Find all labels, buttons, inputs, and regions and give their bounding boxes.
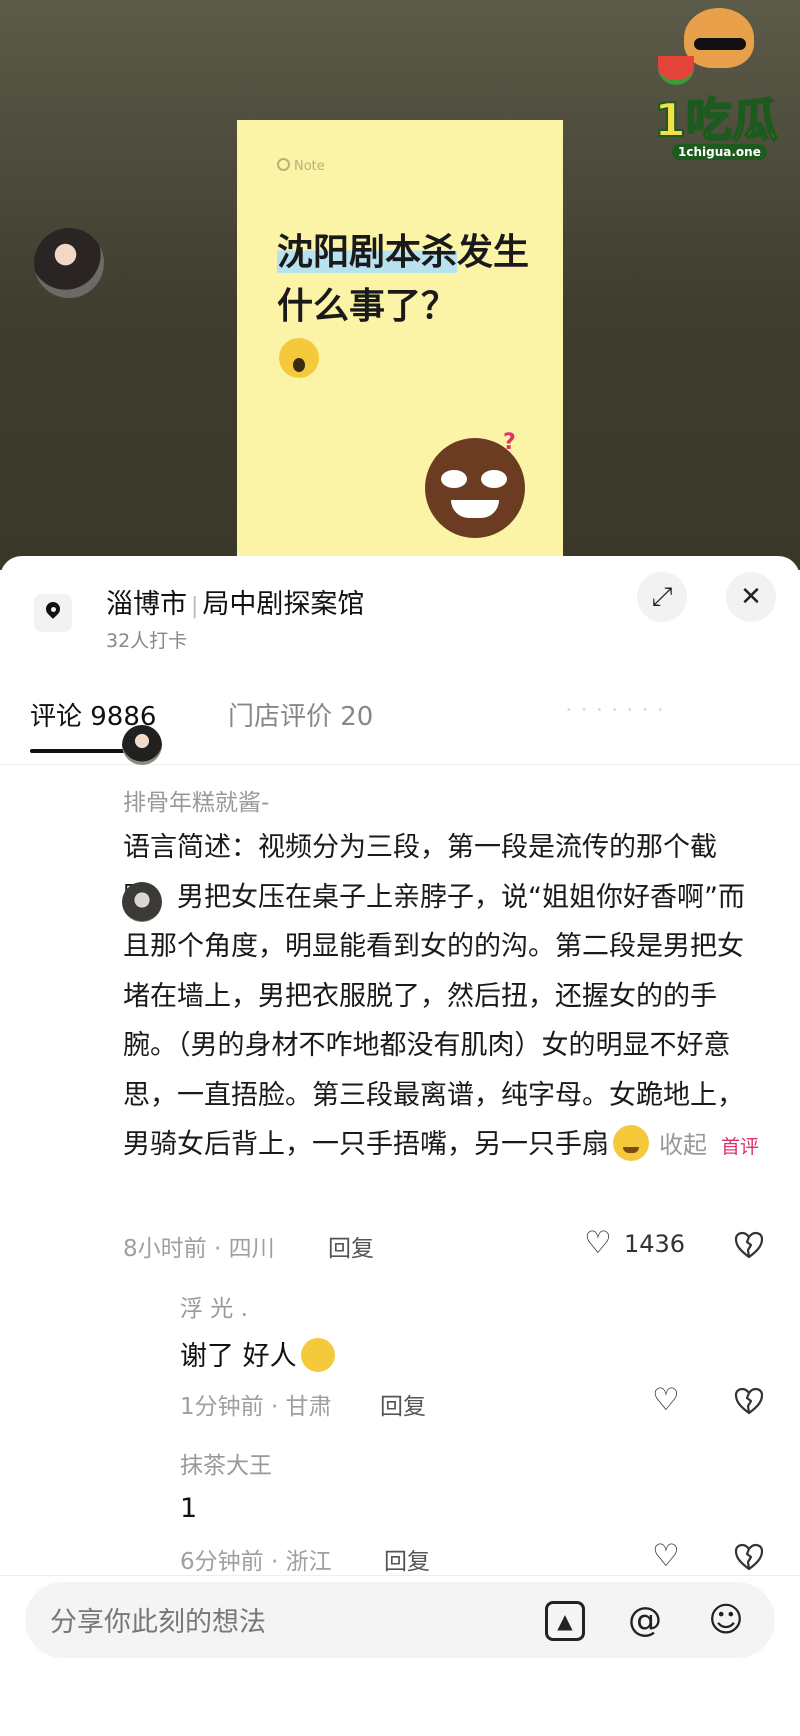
note-brand-label: Note: [277, 158, 325, 174]
faded-overlay: · · · · · · ·: [565, 696, 665, 724]
tab-bar: 评论 9886 门店评价 20 · · · · · · ·: [0, 696, 800, 765]
watermelon-icon: [658, 56, 694, 85]
sunglasses-icon: [694, 38, 746, 50]
place-divider: |: [191, 594, 199, 619]
reply-button[interactable]: 回复: [328, 1229, 374, 1263]
avatar[interactable]: [122, 882, 162, 922]
reply-button[interactable]: 回复: [380, 1387, 426, 1421]
watermark-brand: 1吃瓜: [653, 92, 779, 148]
broken-heart-icon[interactable]: [734, 1230, 764, 1260]
heart-icon[interactable]: ♡: [652, 1385, 680, 1416]
reply-username[interactable]: 浮 光 .: [180, 1289, 248, 1323]
reply-time-location: 1分钟前 · 甘肃: [180, 1394, 332, 1420]
grin-emoji-icon: [613, 1125, 649, 1161]
expand-icon: ⤢: [651, 582, 673, 612]
comment-username[interactable]: 排骨年糕就酱-: [123, 783, 269, 817]
checkin-count: 32人打卡: [106, 630, 188, 652]
watermark-logo: 1吃瓜 1chigua.one: [650, 0, 800, 180]
reply-body: 谢了 好人: [180, 1341, 297, 1372]
heart-icon[interactable]: ♡: [584, 1228, 612, 1259]
first-comment-badge: 首评: [721, 1136, 760, 1158]
like-count: 1436: [624, 1230, 686, 1258]
scream-emoji-icon: [279, 338, 319, 378]
broken-heart-icon[interactable]: [734, 1542, 764, 1572]
reply-time-location: 6分钟前 · 浙江: [180, 1549, 332, 1575]
reply-button[interactable]: 回复: [384, 1542, 430, 1576]
place-name[interactable]: 淄博市 | 局中剧探案馆: [106, 582, 364, 621]
video-cover-card[interactable]: Note 沈阳剧本杀发生什么事了？ ?: [237, 120, 563, 570]
reply-text: 1: [180, 1493, 198, 1524]
mascot-mouth: [451, 500, 499, 518]
avatar[interactable]: [34, 228, 104, 298]
tab-store-reviews[interactable]: 门店评价 20: [228, 696, 373, 733]
at-icon[interactable]: @: [622, 1597, 668, 1643]
image-icon[interactable]: ▲: [545, 1601, 585, 1641]
mascot-eye: [481, 470, 507, 488]
broken-heart-icon[interactable]: [734, 1386, 764, 1416]
cover-title-highlight: 沈阳剧本杀: [277, 232, 458, 273]
confused-mascot-icon: ?: [425, 430, 525, 538]
watermark-site: 1chigua.one: [672, 144, 767, 160]
comment-body: 语言简述：视频分为三段，第一段是流传的那个截图，男把女压在桌子上亲脖子，说“姐姐…: [123, 832, 745, 1160]
reply-text: 谢了 好人: [180, 1334, 335, 1373]
question-mark-icon: ?: [503, 430, 516, 455]
comment-time-location: 8小时前 · 四川: [123, 1236, 275, 1262]
mascot-eye: [441, 470, 467, 488]
avatar[interactable]: [122, 725, 162, 765]
cover-title: 沈阳剧本杀发生什么事了？: [277, 226, 537, 334]
place-venue: 局中剧探案馆: [202, 589, 365, 620]
expand-button[interactable]: ⤢: [637, 572, 687, 622]
reply-username[interactable]: 抹茶大王: [180, 1446, 272, 1480]
comment-text: 语言简述：视频分为三段，第一段是流传的那个截图，男把女压在桌子上亲脖子，说“姐姐…: [123, 823, 763, 1173]
comment-input-placeholder[interactable]: 分享你此刻的想法: [50, 1600, 266, 1639]
close-button[interactable]: ✕: [726, 572, 776, 622]
map-pin-icon: [34, 594, 72, 632]
heart-icon[interactable]: ♡: [652, 1541, 680, 1572]
pleading-emoji-icon: [300, 1338, 335, 1372]
close-icon: ✕: [740, 582, 762, 612]
place-city: 淄博市: [106, 589, 187, 620]
collapse-link[interactable]: 收起: [659, 1131, 707, 1159]
smiley-icon[interactable]: ☺: [703, 1597, 749, 1643]
